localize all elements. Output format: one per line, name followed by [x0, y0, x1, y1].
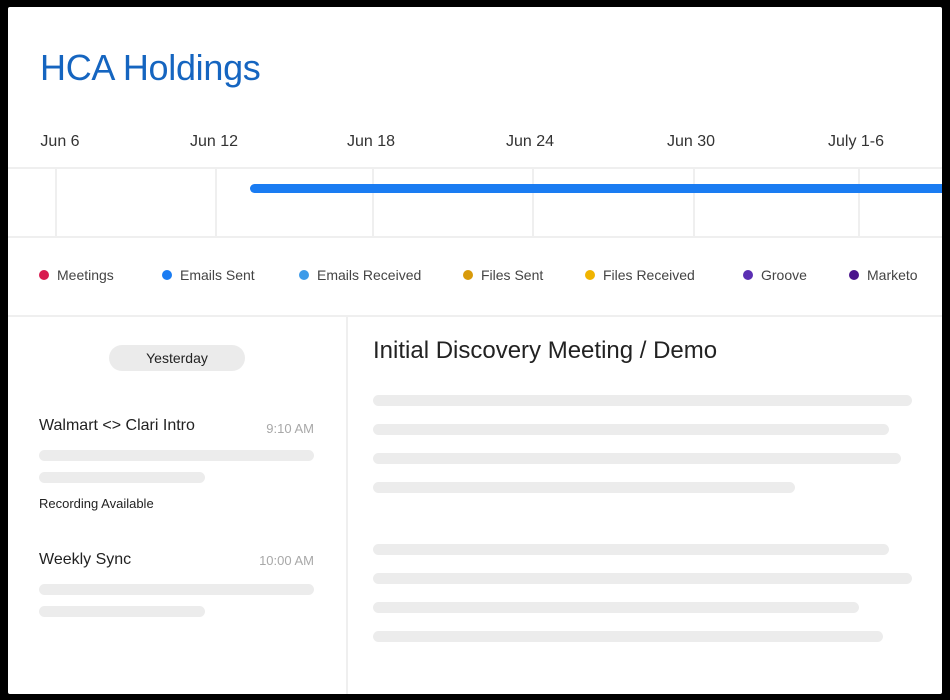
activity-item-title: Weekly Sync [39, 551, 132, 568]
legend-item-marketo[interactable]: Marketo [849, 267, 918, 283]
page-title: HCA Holdings [40, 47, 261, 88]
emails-received-dot-icon [299, 270, 309, 280]
placeholder-line [373, 631, 883, 642]
account-timeline-card: HCA Holdings Jun 6 Jun 12 Jun 18 Jun 24 … [8, 7, 942, 694]
timeline-divider [8, 167, 942, 169]
timeline-activity-bar[interactable] [250, 184, 942, 193]
timeline-date: Jun 30 [666, 133, 716, 150]
activity-item-time: 10:00 AM [259, 553, 314, 568]
marketo-dot-icon [849, 270, 859, 280]
timeline-gridline [55, 169, 57, 237]
legend-item-meetings[interactable]: Meetings [39, 267, 114, 283]
placeholder-line [373, 602, 859, 613]
placeholder-line [39, 472, 205, 483]
timeline-gridline [693, 169, 695, 237]
timeline-gridline [858, 169, 860, 237]
legend-label: Emails Sent [180, 267, 255, 283]
legend-label: Groove [761, 267, 807, 283]
files-sent-dot-icon [463, 270, 473, 280]
legend-item-emails-received[interactable]: Emails Received [299, 267, 421, 283]
placeholder-line [39, 606, 205, 617]
legend-label: Meetings [57, 267, 114, 283]
legend-item-groove[interactable]: Groove [743, 267, 807, 283]
recording-status[interactable]: Recording Available [39, 496, 154, 511]
placeholder-line [39, 584, 314, 595]
legend-label: Marketo [867, 267, 918, 283]
day-badge: Yesterday [109, 345, 245, 371]
legend-item-files-received[interactable]: Files Received [585, 267, 695, 283]
placeholder-line [373, 482, 795, 493]
panel-divider [346, 317, 348, 694]
legend-label: Files Sent [481, 267, 544, 283]
legend-item-emails-sent[interactable]: Emails Sent [162, 267, 255, 283]
section-divider [8, 315, 942, 317]
activity-item-time: 9:10 AM [266, 421, 314, 436]
placeholder-line [373, 453, 901, 464]
meetings-dot-icon [39, 270, 49, 280]
timeline-date: Jun 12 [189, 133, 239, 150]
legend-item-files-sent[interactable]: Files Sent [463, 267, 543, 283]
timeline-gridline [215, 169, 217, 237]
placeholder-line [373, 395, 912, 406]
legend-label: Emails Received [317, 267, 422, 283]
activity-item-title: Walmart <> Clari Intro [39, 417, 195, 434]
placeholder-line [373, 573, 912, 584]
timeline-gridline [532, 169, 534, 237]
timeline-gridline [372, 169, 374, 237]
placeholder-line [373, 544, 889, 555]
placeholder-line [373, 424, 889, 435]
timeline-date: Jun 24 [505, 133, 555, 150]
timeline-date: Jun 18 [346, 133, 396, 150]
legend-label: Files Received [603, 267, 695, 283]
meeting-title: Initial Discovery Meeting / Demo [373, 337, 718, 364]
files-received-dot-icon [585, 270, 595, 280]
timeline-date: July 1-6 [827, 133, 885, 150]
timeline-date: Jun 6 [40, 133, 80, 150]
placeholder-line [39, 450, 314, 461]
timeline-divider [8, 236, 942, 238]
emails-sent-dot-icon [162, 270, 172, 280]
groove-dot-icon [743, 270, 753, 280]
